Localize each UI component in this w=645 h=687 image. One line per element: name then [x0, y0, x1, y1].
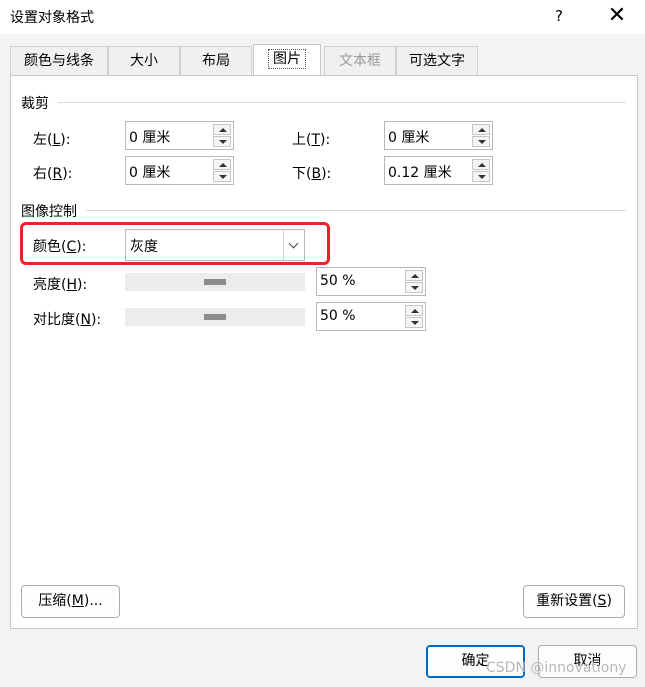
watermark-text: CSDN @innovationy: [486, 660, 627, 676]
crop-left-down-arrow-icon[interactable]: [213, 136, 231, 147]
red-highlight-box: [20, 222, 330, 265]
contrast-up-arrow-icon[interactable]: [405, 305, 423, 316]
tab-layout[interactable]: 布局: [180, 46, 252, 75]
contrast-slider-thumb[interactable]: [204, 314, 226, 320]
crop-left-up-arrow-icon[interactable]: [213, 124, 231, 135]
crop-right-value[interactable]: 0 厘米: [129, 162, 170, 182]
crop-right-down-arrow-icon[interactable]: [213, 171, 231, 182]
tab-alt-text[interactable]: 可选文字: [396, 46, 478, 75]
brightness-value[interactable]: 50 %: [320, 273, 356, 289]
crop-top-down-arrow-icon[interactable]: [472, 136, 490, 147]
crop-section-title: 裁剪: [21, 96, 49, 112]
crop-right-label: 右(R):: [33, 166, 73, 182]
help-button[interactable]: ?: [545, 2, 573, 30]
crop-right-spinner[interactable]: 0 厘米: [125, 156, 234, 185]
compress-button[interactable]: 压缩(M)...: [21, 585, 120, 618]
brightness-up-arrow-icon[interactable]: [405, 270, 423, 281]
image-control-section-title: 图像控制: [21, 204, 77, 220]
crop-left-value[interactable]: 0 厘米: [129, 127, 170, 147]
reset-button[interactable]: 重新设置(S): [523, 585, 625, 618]
crop-top-spinner[interactable]: 0 厘米: [384, 121, 493, 150]
contrast-label: 对比度(N):: [33, 312, 102, 328]
crop-left-spinner[interactable]: 0 厘米: [125, 121, 234, 150]
tab-colors-lines[interactable]: 颜色与线条: [10, 46, 108, 75]
crop-bottom-up-arrow-icon[interactable]: [472, 159, 490, 170]
brightness-spinner[interactable]: 50 %: [316, 267, 426, 296]
crop-left-label: 左(L):: [33, 132, 71, 148]
contrast-down-arrow-icon[interactable]: [405, 317, 423, 328]
brightness-slider-thumb[interactable]: [204, 279, 226, 285]
tab-size[interactable]: 大小: [108, 46, 180, 75]
crop-bottom-spinner[interactable]: 0.12 厘米: [384, 156, 493, 185]
crop-bottom-label: 下(B):: [292, 166, 332, 182]
crop-bottom-value[interactable]: 0.12 厘米: [388, 162, 452, 182]
tab-textbox: 文本框: [324, 46, 396, 75]
tab-picture[interactable]: 图片: [253, 44, 321, 76]
crop-divider: [58, 102, 626, 103]
picture-panel: [10, 75, 638, 629]
window-title: 设置对象格式: [10, 10, 94, 26]
contrast-slider[interactable]: [125, 308, 305, 326]
contrast-spinner[interactable]: 50 %: [316, 302, 426, 331]
brightness-label: 亮度(H):: [33, 277, 88, 293]
close-button[interactable]: ✕: [603, 2, 631, 30]
crop-top-label: 上(T):: [292, 132, 331, 148]
crop-top-value[interactable]: 0 厘米: [388, 127, 429, 147]
crop-right-up-arrow-icon[interactable]: [213, 159, 231, 170]
image-control-divider: [86, 210, 626, 211]
title-bar: 设置对象格式 ? ✕: [0, 0, 645, 34]
crop-bottom-down-arrow-icon[interactable]: [472, 171, 490, 182]
crop-top-up-arrow-icon[interactable]: [472, 124, 490, 135]
contrast-value[interactable]: 50 %: [320, 308, 356, 324]
brightness-down-arrow-icon[interactable]: [405, 282, 423, 293]
brightness-slider[interactable]: [125, 273, 305, 291]
